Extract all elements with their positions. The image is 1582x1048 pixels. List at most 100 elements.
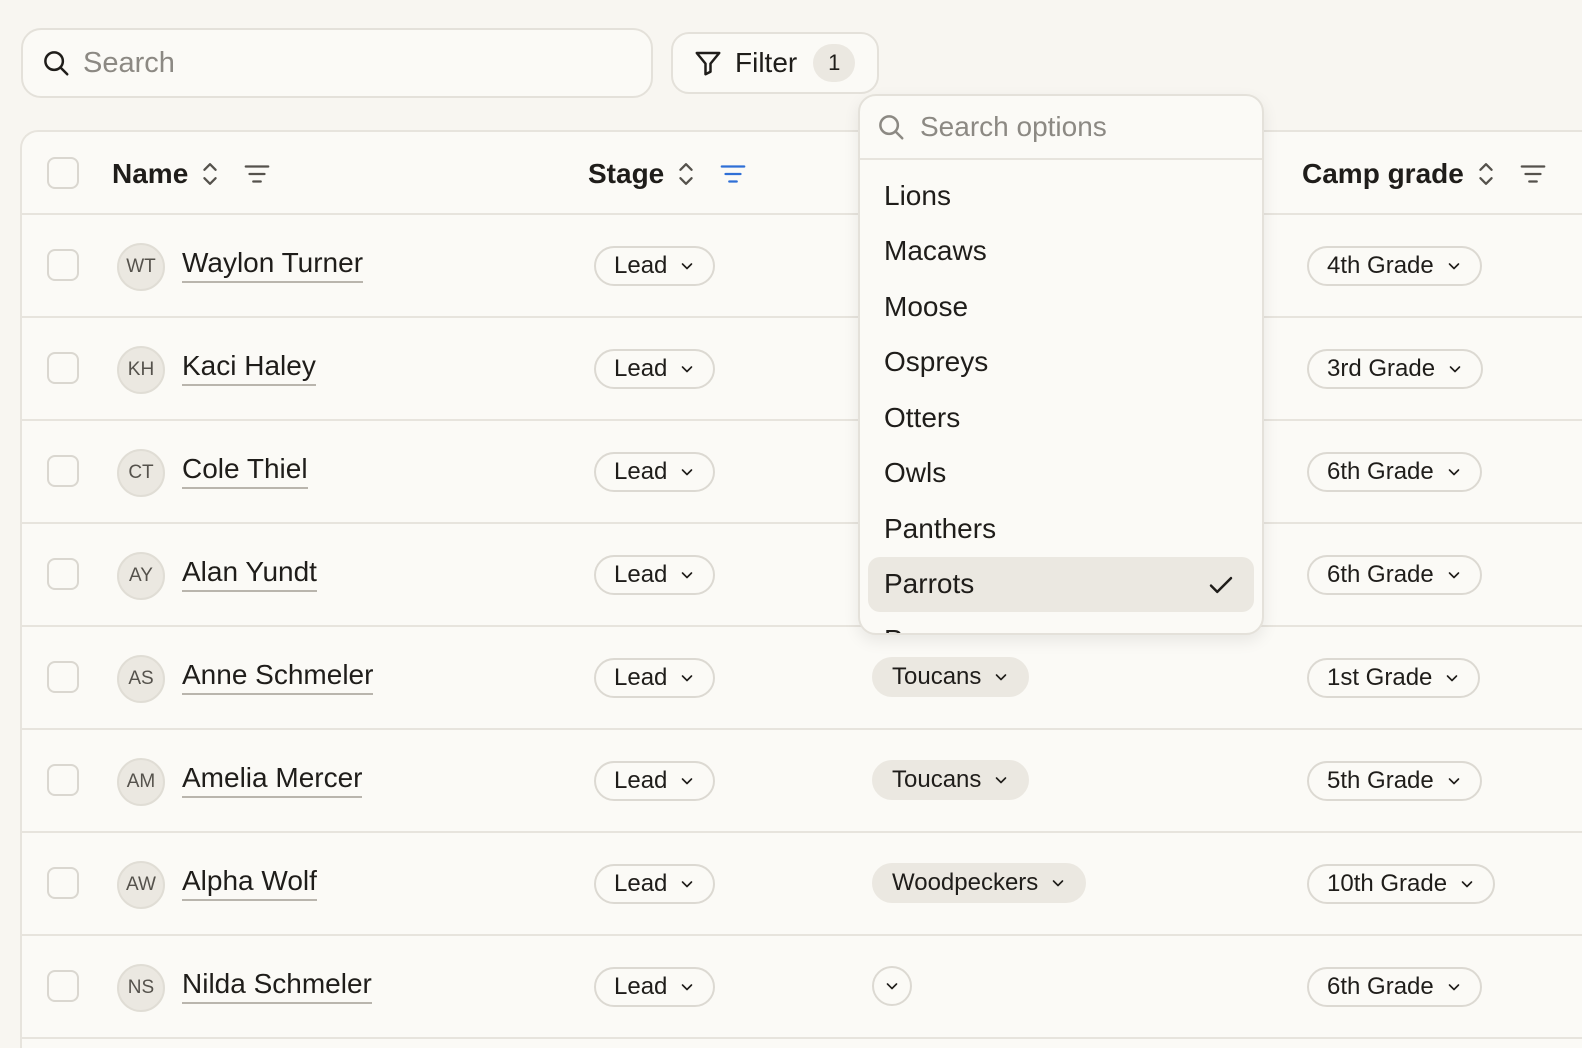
avatar: AM bbox=[117, 758, 165, 806]
table-row[interactable]: CT Cole Thiel Lead 6th Grade bbox=[22, 421, 1582, 524]
stage-select[interactable]: Lead bbox=[594, 349, 716, 389]
stage-select[interactable]: Lead bbox=[594, 864, 716, 904]
sort-icon[interactable] bbox=[200, 160, 220, 188]
column-header-camp-grade[interactable]: Camp grade bbox=[1302, 132, 1548, 215]
column-filter-icon[interactable] bbox=[1518, 159, 1548, 189]
filter-button[interactable]: Filter 1 bbox=[671, 32, 879, 94]
cabin-select[interactable]: Woodpeckers bbox=[872, 863, 1087, 903]
column-stage-label: Stage bbox=[588, 157, 665, 189]
contact-name-link[interactable]: Anne Schmeler bbox=[182, 658, 374, 695]
column-header-name[interactable]: Name bbox=[112, 132, 272, 215]
table-row[interactable]: AM Amelia Mercer Lead Toucans 5th Grade bbox=[22, 730, 1582, 833]
option-label: Lions bbox=[884, 179, 951, 211]
table-row[interactable]: AW Alpha Wolf Lead Woodpeckers 10th Grad… bbox=[22, 833, 1582, 936]
chevron-down-icon bbox=[682, 366, 693, 373]
row-checkbox[interactable] bbox=[47, 455, 79, 487]
stage-value: Lead bbox=[614, 973, 668, 1000]
row-checkbox[interactable] bbox=[47, 661, 79, 693]
table-row[interactable]: KH Kaci Haley Lead 3rd Grade bbox=[22, 318, 1582, 421]
table-row[interactable]: NS Nilda Schmeler Lead 6th Grade bbox=[22, 936, 1582, 1039]
cabin-select[interactable]: Toucans bbox=[872, 760, 1030, 800]
table-row[interactable]: AS Anne Schmeler Lead Toucans 1st Grade bbox=[22, 627, 1582, 730]
contact-name-link[interactable]: Waylon Turner bbox=[182, 246, 364, 283]
contact-name-link[interactable]: Amelia Mercer bbox=[182, 761, 363, 798]
stage-value: Lead bbox=[614, 252, 668, 279]
select-all-checkbox[interactable] bbox=[47, 157, 79, 189]
option-label: Owls bbox=[884, 457, 947, 489]
chevron-down-icon bbox=[996, 674, 1007, 681]
chevron-down-icon bbox=[1448, 263, 1460, 270]
stage-select[interactable]: Lead bbox=[594, 555, 716, 595]
grade-value: 6th Grade bbox=[1327, 458, 1434, 485]
contact-name-link[interactable]: Alpha Wolf bbox=[182, 864, 317, 901]
grade-select[interactable]: 6th Grade bbox=[1307, 555, 1482, 595]
contact-name-link[interactable]: Cole Thiel bbox=[182, 452, 308, 489]
contact-name-link[interactable]: Kaci Haley bbox=[182, 349, 316, 386]
chevron-down-icon bbox=[886, 983, 898, 990]
row-checkbox[interactable] bbox=[47, 558, 79, 590]
table-row[interactable]: WT Waylon Turner Lead 4th Grade bbox=[22, 215, 1582, 318]
cabin-empty-select[interactable] bbox=[872, 966, 912, 1006]
option-item[interactable]: Moose bbox=[868, 279, 1254, 335]
grade-value: 5th Grade bbox=[1327, 767, 1434, 794]
grade-value: 4th Grade bbox=[1327, 252, 1434, 279]
options-search-input[interactable] bbox=[920, 111, 1240, 143]
avatar: AS bbox=[117, 655, 165, 703]
row-checkbox[interactable] bbox=[47, 352, 79, 384]
options-search-bar[interactable] bbox=[860, 96, 1262, 160]
column-filter-active-icon[interactable] bbox=[718, 159, 748, 189]
stage-value: Lead bbox=[614, 458, 668, 485]
row-checkbox[interactable] bbox=[47, 249, 79, 281]
grade-select[interactable]: 6th Grade bbox=[1307, 967, 1482, 1007]
option-label: Ospreys bbox=[884, 346, 989, 378]
option-item[interactable]: Owls bbox=[868, 446, 1254, 502]
contact-name-link[interactable]: Alan Yundt bbox=[182, 555, 317, 592]
option-label: Parrots bbox=[884, 568, 975, 600]
stage-select[interactable]: Lead bbox=[594, 452, 716, 492]
option-item[interactable]: Ospreys bbox=[868, 335, 1254, 391]
avatar: AY bbox=[117, 552, 165, 600]
chevron-down-icon bbox=[682, 572, 693, 579]
grade-select[interactable]: 10th Grade bbox=[1307, 864, 1496, 904]
grade-select[interactable]: 1st Grade bbox=[1307, 658, 1481, 698]
option-item[interactable]: Macaws bbox=[868, 224, 1254, 280]
row-checkbox[interactable] bbox=[47, 764, 79, 796]
chevron-down-icon bbox=[682, 984, 693, 991]
cabin-select[interactable]: Toucans bbox=[872, 657, 1030, 697]
row-checkbox[interactable] bbox=[47, 867, 79, 899]
option-item[interactable]: Panthers bbox=[868, 501, 1254, 557]
stage-select[interactable]: Lead bbox=[594, 967, 716, 1007]
grade-select[interactable]: 4th Grade bbox=[1307, 246, 1482, 286]
option-item[interactable]: Otters bbox=[868, 390, 1254, 446]
search-bar[interactable] bbox=[21, 28, 653, 98]
column-filter-icon[interactable] bbox=[242, 159, 272, 189]
option-item[interactable]: Lions bbox=[868, 168, 1254, 224]
stage-select[interactable]: Lead bbox=[594, 761, 716, 801]
grade-select[interactable]: 3rd Grade bbox=[1307, 349, 1484, 389]
grade-value: 6th Grade bbox=[1327, 973, 1434, 1000]
row-checkbox[interactable] bbox=[47, 970, 79, 1002]
table-row[interactable]: AY Alan Yundt Lead 6th Grade bbox=[22, 524, 1582, 627]
sort-icon[interactable] bbox=[1476, 160, 1496, 188]
options-dropdown: Lions Macaws Moose Ospreys Otters Owls P… bbox=[858, 94, 1264, 635]
grade-select[interactable]: 5th Grade bbox=[1307, 761, 1482, 801]
avatar: NS bbox=[117, 964, 165, 1012]
contacts-table: Name Stage Camp grade WT Waylon Turner L… bbox=[20, 130, 1582, 1048]
stage-select[interactable]: Lead bbox=[594, 246, 716, 286]
chevron-down-icon bbox=[682, 675, 693, 682]
column-name-label: Name bbox=[112, 157, 189, 189]
stage-value: Lead bbox=[614, 870, 668, 897]
option-item[interactable]: Pumas bbox=[868, 612, 1254, 633]
stage-select[interactable]: Lead bbox=[594, 658, 716, 698]
column-camp-grade-label: Camp grade bbox=[1302, 157, 1464, 189]
cabin-value: Woodpeckers bbox=[892, 869, 1039, 896]
column-header-stage[interactable]: Stage bbox=[588, 132, 748, 215]
contact-name-link[interactable]: Nilda Schmeler bbox=[182, 967, 372, 1004]
chevron-down-icon bbox=[1447, 675, 1458, 682]
search-input[interactable] bbox=[83, 46, 623, 80]
avatar: CT bbox=[117, 449, 165, 497]
option-label: Moose bbox=[884, 290, 969, 322]
grade-select[interactable]: 6th Grade bbox=[1307, 452, 1482, 492]
option-item-selected[interactable]: Parrots bbox=[868, 556, 1254, 612]
sort-icon[interactable] bbox=[676, 160, 696, 188]
